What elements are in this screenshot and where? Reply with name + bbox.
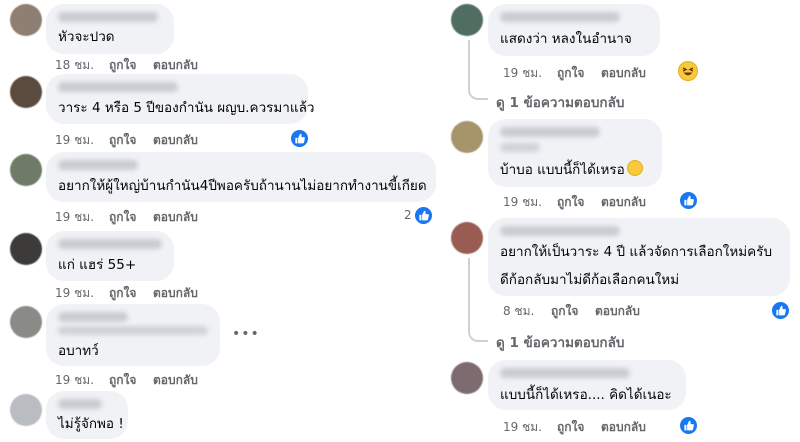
more-options-icon[interactable]: ••• — [232, 326, 260, 342]
reaction-badge[interactable] — [770, 300, 791, 321]
comment-text: วาระ 4 หรือ 5 ปีของกำนัน ผญบ.ควรมาแล้ว — [58, 100, 315, 116]
comment-timestamp[interactable]: 19 ชม. — [503, 193, 542, 212]
commenter-avatar[interactable] — [451, 362, 483, 394]
comment-text: หัวจะปวด — [58, 29, 115, 45]
reply-action[interactable]: ตอบกลับ — [153, 371, 198, 390]
reaction-badge[interactable] — [289, 128, 310, 149]
commenter-avatar[interactable] — [451, 4, 483, 36]
haha-reaction-icon[interactable] — [678, 61, 698, 81]
reply-action[interactable]: ตอบกลับ — [153, 284, 198, 303]
comment-text: อยากให้ผู้ใหญ่บ้านกำนัน4ปีพอครับถ้านานไม… — [58, 178, 427, 194]
comment-timestamp[interactable]: 19 ชม. — [55, 371, 94, 390]
comment-bubble: อยากให้ผู้ใหญ่บ้านกำนัน4ปีพอครับถ้านานไม… — [46, 152, 436, 202]
comment-actions: 19 ชม. ถูกใจ ตอบกลับ — [503, 193, 703, 209]
reply-action[interactable]: ตอบกลับ — [153, 131, 198, 150]
like-action[interactable]: ถูกใจ — [109, 208, 136, 227]
comment-timestamp[interactable]: 19 ชม. — [55, 131, 94, 150]
commenter-name-blurred[interactable] — [500, 127, 600, 137]
reply-action[interactable]: ตอบกลับ — [601, 64, 646, 83]
commenter-name-blurred[interactable] — [500, 226, 620, 236]
commenter-name-blurred-line — [500, 143, 540, 152]
comment-bubble: อยากให้เป็นวาระ 4 ปี แล้วจัดการเลือกใหม่… — [488, 218, 790, 296]
commenter-avatar[interactable] — [10, 4, 42, 36]
comment-actions: 19 ชม. ถูกใจ ตอบกลับ — [55, 371, 255, 387]
comment-text-content: บ้าบอ แบบนี้ก็ได้เหรอ — [500, 162, 625, 178]
like-reaction-icon — [684, 420, 694, 431]
comment-bubble: หัวจะปวด — [46, 4, 174, 54]
reply-thread-line — [468, 40, 488, 100]
comment-text: อยากให้เป็นวาระ 4 ปี แล้วจัดการเลือกใหม่… — [500, 244, 773, 260]
commenter-name-blurred[interactable] — [500, 368, 630, 378]
comment-bubble: บ้าบอ แบบนี้ก็ได้เหรอ — [488, 119, 662, 187]
comment-bubble: ไม่รู้จักพอ ! — [46, 391, 128, 439]
commenter-avatar[interactable] — [10, 233, 42, 265]
like-action[interactable]: ถูกใจ — [551, 302, 578, 321]
commenter-avatar[interactable] — [451, 222, 483, 254]
commenter-avatar[interactable] — [451, 121, 483, 153]
right-comment-column: แสดงว่า หลงในอำนาจ 19 ชม. ถูกใจ ตอบกลับ … — [400, 0, 800, 442]
comment-actions: 8 ชม. ถูกใจ ตอบกลับ — [503, 302, 703, 318]
commenter-avatar[interactable] — [10, 76, 42, 108]
comment-bubble: แก่ แฮร่ 55+ — [46, 231, 174, 281]
reply-action[interactable]: ตอบกลับ — [601, 418, 646, 437]
like-action[interactable]: ถูกใจ — [109, 56, 136, 75]
comment-text: อบาทว์ — [58, 343, 99, 359]
comment-actions: 19 ชม. ถูกใจ ตอบกลับ — [503, 64, 703, 80]
comment-text: แสดงว่า หลงในอำนาจ — [500, 31, 632, 47]
comment-actions: 19 ชม. ถูกใจ ตอบกลับ — [55, 131, 255, 147]
like-action[interactable]: ถูกใจ — [109, 131, 136, 150]
comment-actions: 19 ชม. ถูกใจ ตอบกลับ — [503, 418, 703, 434]
like-reaction-icon — [295, 133, 305, 144]
comment-text: บ้าบอ แบบนี้ก็ได้เหรอ — [500, 159, 643, 181]
comment-bubble: วาระ 4 หรือ 5 ปีของกำนัน ผญบ.ควรมาแล้ว — [46, 74, 314, 124]
comment-text: ไม่รู้จักพอ ! — [58, 416, 124, 432]
like-action[interactable]: ถูกใจ — [109, 284, 136, 303]
commenter-name-blurred[interactable] — [58, 312, 128, 322]
like-action[interactable]: ถูกใจ — [557, 64, 584, 83]
like-reaction-icon — [776, 305, 786, 316]
comment-bubble: แบบนี้ก็ได้เหรอ.... คิดได้เนอะ — [488, 360, 686, 410]
like-reaction-icon — [684, 195, 694, 206]
comment-bubble: แสดงว่า หลงในอำนาจ — [488, 4, 660, 56]
comment-timestamp[interactable]: 19 ชม. — [503, 64, 542, 83]
like-action[interactable]: ถูกใจ — [557, 193, 584, 212]
reply-thread-line — [468, 258, 488, 342]
commenter-avatar[interactable] — [10, 306, 42, 338]
comment-actions: 19 ชม. ถูกใจ ตอบกลับ — [55, 208, 255, 224]
comment-text: ดีก้อกลับมาไม่ดีก้อเลือกคนใหม่ — [500, 272, 680, 288]
comment-actions: 19 ชม. ถูกใจ ตอบกลับ — [55, 284, 255, 300]
reaction-badge[interactable] — [678, 190, 699, 211]
comment-actions: 18 ชม. ถูกใจ ตอบกลับ — [55, 56, 255, 72]
commenter-name-blurred-line — [58, 326, 208, 335]
like-action[interactable]: ถูกใจ — [109, 371, 136, 390]
commenter-name-blurred[interactable] — [58, 82, 178, 92]
reply-action[interactable]: ตอบกลับ — [595, 302, 640, 321]
comment-bubble: อบาทว์ — [46, 304, 220, 366]
commenter-avatar[interactable] — [10, 154, 42, 186]
commenter-avatar[interactable] — [10, 394, 42, 426]
reply-action[interactable]: ตอบกลับ — [601, 193, 646, 212]
left-comment-column: หัวจะปวด 18 ชม. ถูกใจ ตอบกลับ วาระ 4 หรื… — [0, 0, 436, 442]
grin-emoji-icon — [626, 160, 643, 176]
commenter-name-blurred[interactable] — [58, 12, 158, 22]
reply-action[interactable]: ตอบกลับ — [153, 56, 198, 75]
commenter-name-blurred[interactable] — [58, 160, 138, 170]
view-replies-link[interactable]: ดู 1 ข้อความตอบกลับ — [496, 331, 624, 353]
commenter-name-blurred[interactable] — [500, 12, 620, 22]
comment-timestamp[interactable]: 19 ชม. — [503, 418, 542, 437]
comment-timestamp[interactable]: 8 ชม. — [503, 302, 534, 321]
like-action[interactable]: ถูกใจ — [557, 418, 584, 437]
comment-text: แบบนี้ก็ได้เหรอ.... คิดได้เนอะ — [500, 387, 672, 403]
view-replies-link[interactable]: ดู 1 ข้อความตอบกลับ — [496, 91, 624, 113]
comment-timestamp[interactable]: 18 ชม. — [55, 56, 94, 75]
commenter-name-blurred[interactable] — [58, 399, 102, 409]
reaction-badge[interactable] — [678, 415, 699, 436]
comment-text: แก่ แฮร่ 55+ — [58, 257, 137, 273]
reply-action[interactable]: ตอบกลับ — [153, 208, 198, 227]
comment-timestamp[interactable]: 19 ชม. — [55, 284, 94, 303]
commenter-name-blurred[interactable] — [58, 239, 162, 249]
comment-timestamp[interactable]: 19 ชม. — [55, 208, 94, 227]
